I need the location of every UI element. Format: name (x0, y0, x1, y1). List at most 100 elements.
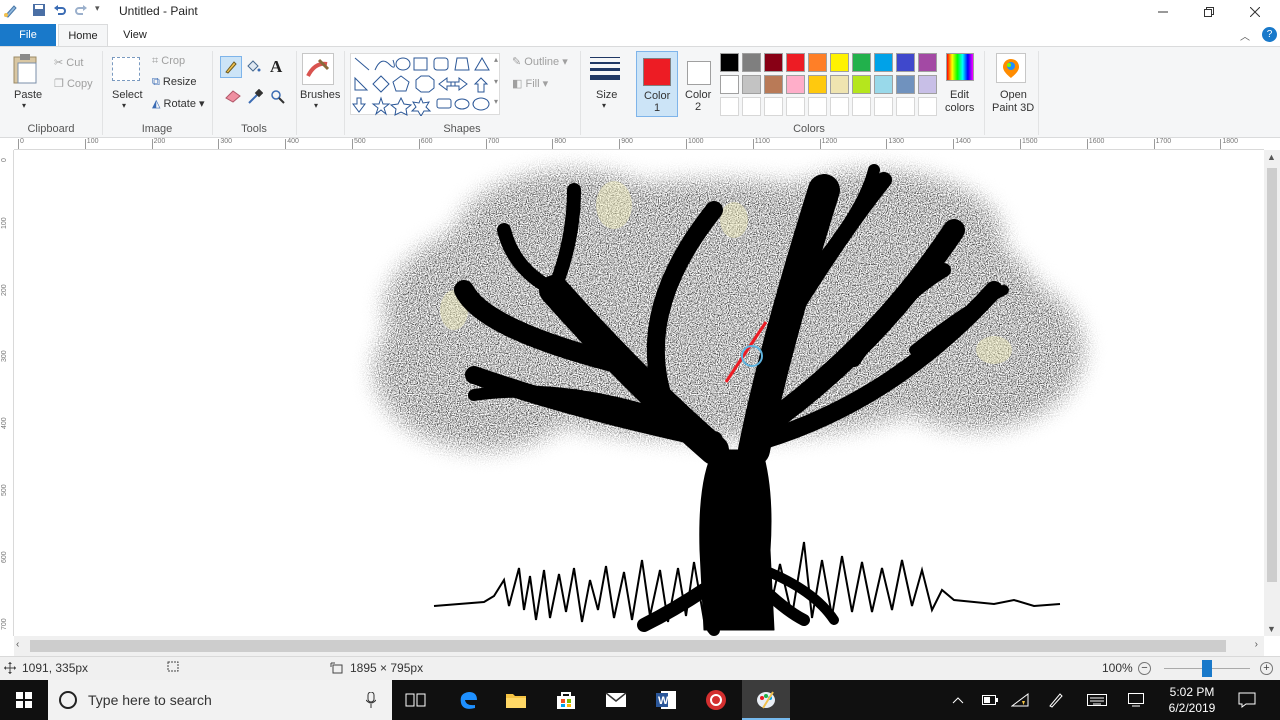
copy-button[interactable]: ❐ Copy (54, 77, 93, 90)
palette-color-swatch[interactable] (830, 97, 849, 116)
network-button[interactable] (1008, 680, 1032, 720)
vertical-scroll-thumb[interactable] (1267, 168, 1277, 582)
open-paint3d-label-2[interactable]: Paint 3D (992, 102, 1034, 114)
store-taskbar-button[interactable] (542, 680, 590, 720)
fill-bucket-icon[interactable] (245, 59, 261, 78)
zoom-slider-thumb[interactable] (1202, 660, 1212, 677)
horizontal-scroll-thumb[interactable] (30, 640, 1226, 652)
show-hidden-icons-button[interactable] (946, 680, 970, 720)
recorder-taskbar-button[interactable] (692, 680, 740, 720)
redo-icon[interactable] (74, 3, 88, 17)
palette-color-swatch[interactable] (918, 75, 937, 94)
palette-color-swatch[interactable] (808, 53, 827, 72)
battery-button[interactable] (978, 680, 1002, 720)
word-taskbar-button[interactable]: W (642, 680, 690, 720)
zoom-out-button[interactable]: − (1138, 662, 1151, 675)
palette-color-swatch[interactable] (896, 97, 915, 116)
eraser-icon[interactable] (224, 89, 242, 106)
size-icon[interactable] (588, 55, 622, 86)
taskbar-search[interactable]: Type here to search (48, 680, 392, 720)
brushes-dropdown-icon[interactable]: ▾ (314, 101, 318, 110)
scroll-up-icon[interactable]: ▲ (1267, 152, 1276, 162)
palette-color-swatch[interactable] (874, 97, 893, 116)
edit-colors-label-2[interactable]: colors (945, 102, 974, 114)
tab-view[interactable]: View (112, 24, 158, 46)
zoom-in-button[interactable]: + (1260, 662, 1273, 675)
select-button[interactable]: Select (112, 89, 143, 101)
mail-taskbar-button[interactable] (592, 680, 640, 720)
help-icon[interactable]: ? (1262, 27, 1277, 42)
desktop-button[interactable] (1124, 680, 1148, 720)
cut-button[interactable]: ✂ Cut (54, 56, 83, 69)
edge-taskbar-button[interactable] (444, 680, 492, 720)
drawing-canvas[interactable] (14, 150, 1264, 636)
palette-color-swatch[interactable] (896, 75, 915, 94)
shapes-scroll-up-icon[interactable]: ▴ (494, 55, 498, 64)
resize-button[interactable]: ⧉ Resize (152, 76, 197, 89)
palette-color-swatch[interactable] (786, 75, 805, 94)
shapes-scroll-down-icon[interactable]: ▾ (494, 77, 498, 86)
palette-color-swatch[interactable] (918, 53, 937, 72)
paste-button[interactable]: Paste (14, 89, 42, 101)
brushes-icon[interactable] (302, 53, 334, 85)
undo-icon[interactable] (53, 3, 67, 17)
edit-colors-label[interactable]: Edit (950, 89, 969, 101)
fill-button[interactable]: ◧ Fill ▾ (512, 77, 548, 90)
brushes-button[interactable]: Brushes (300, 89, 340, 101)
magnifier-icon[interactable] (270, 89, 286, 108)
palette-color-swatch[interactable] (896, 53, 915, 72)
palette-color-swatch[interactable] (808, 75, 827, 94)
size-button[interactable]: Size (596, 89, 617, 101)
scroll-down-icon[interactable]: ▼ (1267, 624, 1276, 634)
minimize-button[interactable] (1140, 0, 1186, 24)
paint-app-icon[interactable] (2, 3, 18, 19)
palette-color-swatch[interactable] (786, 53, 805, 72)
palette-color-swatch[interactable] (808, 97, 827, 116)
palette-color-swatch[interactable] (852, 53, 871, 72)
edit-colors-icon[interactable] (946, 53, 974, 81)
palette-color-swatch[interactable] (830, 53, 849, 72)
restore-button[interactable] (1186, 0, 1232, 24)
shapes-more-icon[interactable]: ▾ (494, 97, 498, 106)
color1-button[interactable]: Color 1 (636, 51, 678, 117)
size-dropdown-icon[interactable]: ▾ (602, 101, 606, 110)
paste-icon[interactable] (12, 53, 40, 88)
palette-color-swatch[interactable] (874, 75, 893, 94)
palette-color-swatch[interactable] (742, 53, 761, 72)
palette-color-swatch[interactable] (874, 53, 893, 72)
horizontal-scrollbar[interactable]: ‹ › (14, 636, 1264, 656)
paste-dropdown-icon[interactable]: ▾ (22, 101, 26, 110)
open-paint3d-label[interactable]: Open (1000, 89, 1027, 101)
outline-button[interactable]: ✎ Outline ▾ (512, 55, 568, 68)
paint-taskbar-button[interactable] (742, 680, 790, 720)
palette-color-swatch[interactable] (764, 53, 783, 72)
start-button[interactable] (0, 680, 48, 720)
palette-color-swatch[interactable] (764, 75, 783, 94)
palette-color-swatch[interactable] (852, 75, 871, 94)
color-picker-icon[interactable] (247, 88, 264, 108)
palette-color-swatch[interactable] (720, 53, 739, 72)
file-explorer-taskbar-button[interactable] (492, 680, 540, 720)
select-icon[interactable] (112, 57, 140, 81)
touch-keyboard-button[interactable] (1084, 680, 1110, 720)
shapes-gallery[interactable] (350, 53, 500, 117)
palette-color-swatch[interactable] (720, 75, 739, 94)
select-dropdown-icon[interactable]: ▾ (122, 101, 126, 110)
tab-home[interactable]: Home (58, 24, 108, 46)
palette-color-swatch[interactable] (720, 97, 739, 116)
customize-quick-access-icon[interactable]: ▾ (95, 3, 100, 14)
palette-color-swatch[interactable] (742, 75, 761, 94)
collapse-ribbon-icon[interactable]: ︿ (1240, 28, 1250, 43)
scroll-left-icon[interactable]: ‹ (16, 639, 19, 650)
crop-button[interactable]: ⌗ Crop (152, 55, 185, 68)
text-tool-icon[interactable]: A (270, 57, 282, 77)
microphone-icon[interactable] (366, 692, 376, 708)
vertical-scrollbar[interactable]: ▲ ▼ (1264, 150, 1280, 636)
color2-button[interactable]: Color 2 (680, 51, 718, 117)
task-view-button[interactable] (392, 680, 440, 720)
palette-color-swatch[interactable] (830, 75, 849, 94)
scroll-right-icon[interactable]: › (1255, 639, 1258, 650)
palette-color-swatch[interactable] (742, 97, 761, 116)
paint3d-icon[interactable] (996, 53, 1026, 83)
system-clock[interactable]: 5:02 PM 6/2/2019 (1160, 684, 1224, 716)
